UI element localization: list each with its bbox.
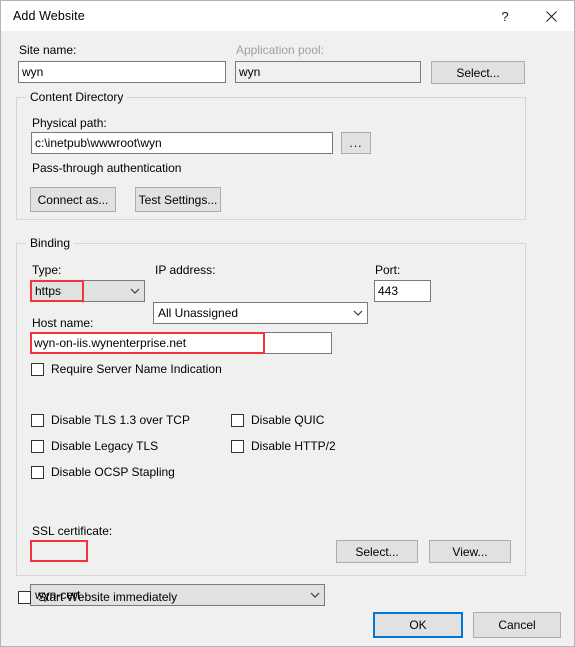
host-name-value: wyn-on-iis.wynenterprise.net bbox=[34, 336, 187, 350]
disable-legacy-tls-label: Disable Legacy TLS bbox=[51, 439, 159, 453]
site-name-value: wyn bbox=[22, 65, 44, 79]
site-name-input[interactable]: wyn bbox=[18, 61, 226, 83]
disable-tls13-tcp-checkbox-row[interactable]: Disable TLS 1.3 over TCP bbox=[31, 413, 190, 427]
title-bar: Add Website ? bbox=[1, 1, 574, 31]
binding-group-title: Binding bbox=[26, 236, 75, 250]
disable-legacy-tls-checkbox-row[interactable]: Disable Legacy TLS bbox=[31, 439, 158, 453]
port-label: Port: bbox=[375, 263, 401, 277]
ssl-view-button[interactable]: View... bbox=[429, 540, 511, 563]
test-settings-button[interactable]: Test Settings... bbox=[135, 187, 221, 212]
help-button[interactable]: ? bbox=[482, 2, 528, 31]
chevron-down-icon bbox=[126, 288, 144, 295]
require-sni-checkbox-row[interactable]: Require Server Name Indication bbox=[31, 362, 222, 376]
start-website-immediately-label: Start Website immediately bbox=[38, 590, 178, 604]
port-value: 443 bbox=[378, 284, 399, 298]
host-name-label: Host name: bbox=[32, 316, 94, 330]
physical-path-input[interactable]: c:\inetpub\wwwroot\wyn bbox=[31, 132, 333, 154]
disable-http2-checkbox[interactable] bbox=[231, 439, 244, 453]
ssl-select-button[interactable]: Select... bbox=[336, 540, 418, 563]
disable-quic-label: Disable QUIC bbox=[251, 413, 325, 427]
chevron-down-icon bbox=[349, 310, 367, 317]
disable-ocsp-stapling-checkbox[interactable] bbox=[31, 465, 44, 479]
content-directory-group-title: Content Directory bbox=[26, 90, 128, 104]
disable-quic-checkbox[interactable] bbox=[231, 413, 244, 427]
physical-path-value: c:\inetpub\wwwroot\wyn bbox=[35, 136, 162, 150]
site-name-label: Site name: bbox=[19, 43, 77, 57]
host-name-input[interactable]: wyn-on-iis.wynenterprise.net bbox=[30, 332, 332, 354]
start-website-immediately-checkbox[interactable] bbox=[18, 590, 31, 604]
ip-address-label: IP address: bbox=[155, 263, 216, 277]
application-pool-label: Application pool: bbox=[236, 43, 325, 57]
application-pool-select-button[interactable]: Select... bbox=[431, 61, 525, 84]
binding-type-label: Type: bbox=[32, 263, 62, 277]
disable-ocsp-stapling-checkbox-row[interactable]: Disable OCSP Stapling bbox=[31, 465, 175, 479]
disable-quic-checkbox-row[interactable]: Disable QUIC bbox=[231, 413, 324, 427]
ssl-certificate-label: SSL certificate: bbox=[32, 524, 113, 538]
cancel-button[interactable]: Cancel bbox=[473, 612, 561, 638]
require-sni-checkbox[interactable] bbox=[31, 362, 44, 376]
application-pool-input[interactable]: wyn bbox=[235, 61, 421, 83]
disable-tls13-tcp-checkbox[interactable] bbox=[31, 413, 44, 427]
ip-address-combobox[interactable]: All Unassigned bbox=[153, 302, 368, 324]
close-icon bbox=[545, 10, 557, 22]
ip-address-value: All Unassigned bbox=[158, 306, 239, 320]
binding-type-value: https bbox=[35, 284, 62, 298]
application-pool-value: wyn bbox=[239, 65, 261, 79]
connect-as-button[interactable]: Connect as... bbox=[30, 187, 116, 212]
add-website-dialog: Add Website ? Site name: wyn Application… bbox=[0, 0, 575, 647]
pass-through-authentication-label: Pass-through authentication bbox=[32, 161, 182, 175]
disable-ocsp-stapling-label: Disable OCSP Stapling bbox=[51, 465, 175, 479]
browse-physical-path-button[interactable]: ... bbox=[341, 132, 371, 154]
disable-http2-label: Disable HTTP/2 bbox=[251, 439, 336, 453]
question-mark-icon: ? bbox=[501, 8, 509, 24]
ok-button[interactable]: OK bbox=[373, 612, 463, 638]
disable-http2-checkbox-row[interactable]: Disable HTTP/2 bbox=[231, 439, 336, 453]
window-title: Add Website bbox=[13, 9, 85, 23]
close-button[interactable] bbox=[528, 2, 574, 31]
binding-type-combobox[interactable]: https bbox=[30, 280, 145, 302]
chevron-down-icon bbox=[306, 592, 324, 599]
start-website-immediately-checkbox-row[interactable]: Start Website immediately bbox=[18, 590, 177, 604]
disable-tls13-tcp-label: Disable TLS 1.3 over TCP bbox=[51, 413, 190, 427]
physical-path-label: Physical path: bbox=[32, 116, 107, 130]
port-input[interactable]: 443 bbox=[374, 280, 431, 302]
disable-legacy-tls-checkbox[interactable] bbox=[31, 439, 44, 453]
require-sni-label: Require Server Name Indication bbox=[51, 362, 222, 376]
